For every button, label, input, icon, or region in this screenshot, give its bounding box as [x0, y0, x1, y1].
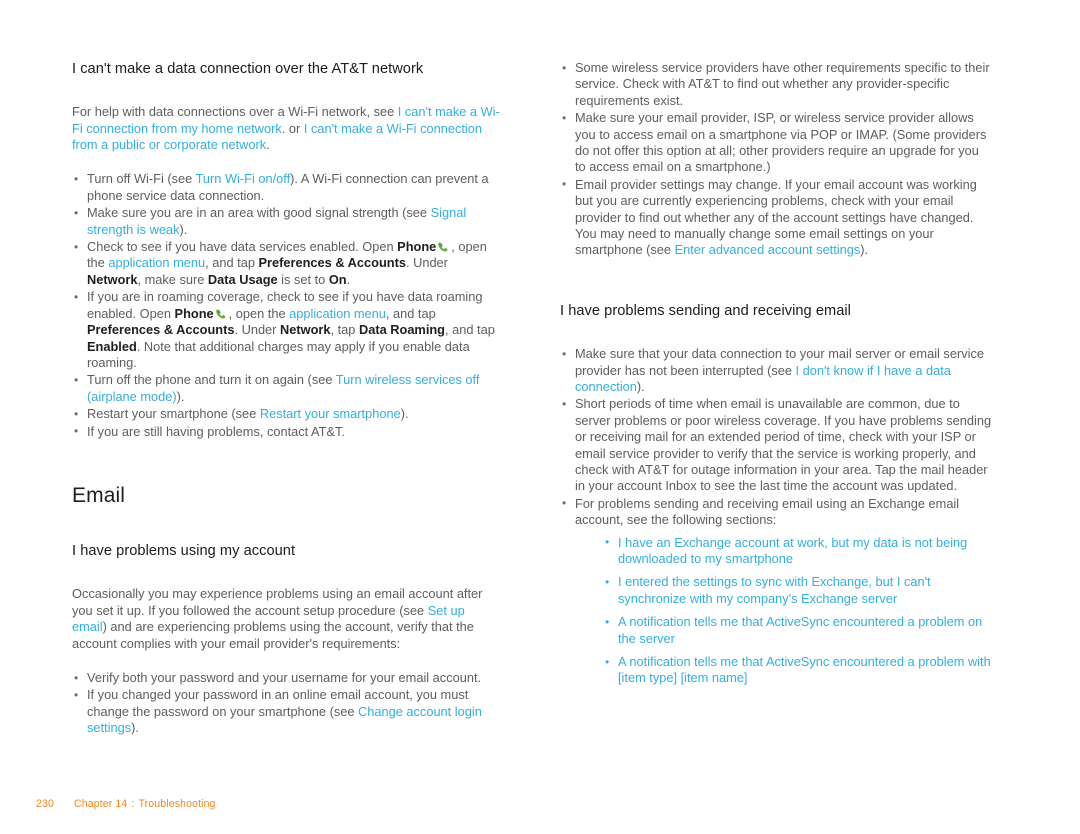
bullet-list-data-connection: Turn off Wi-Fi (see Turn Wi-Fi on/off). …	[72, 171, 502, 440]
list-item: Make sure that your data connection to y…	[560, 346, 992, 395]
nested-link-list: I have an Exchange account at work, but …	[575, 534, 992, 687]
bold-network: Network	[87, 271, 138, 287]
text-fragment: . Note that additional charges may apply…	[87, 338, 470, 370]
text-fragment: Make sure you are in an area with good s…	[87, 205, 431, 221]
bold-enabled: Enabled	[87, 338, 137, 354]
page-footer: 230 Chapter 14 : Troubleshooting	[36, 798, 216, 810]
list-item: Make sure you are in an area with good s…	[72, 205, 502, 238]
list-item: Make sure your email provider, ISP, or w…	[560, 110, 992, 176]
phone-icon	[437, 241, 450, 253]
link-restart-your-smartphone[interactable]: Restart your smartphone	[260, 406, 401, 421]
text-fragment: , and tap	[445, 322, 495, 338]
footer-section-label: Troubleshooting	[138, 798, 216, 810]
heading-problems-using-account: I have problems using my account	[72, 543, 296, 560]
text-fragment: ).	[400, 406, 409, 422]
text-fragment: ) and are experiencing problems using th…	[72, 619, 474, 651]
text-fragment: Turn off the phone and turn it on again …	[87, 372, 336, 388]
text-fragment: Verify both your password and your usern…	[87, 670, 482, 685]
bold-network: Network	[280, 322, 331, 338]
list-item: Turn off the phone and turn it on again …	[72, 372, 502, 405]
bullet-list-provider-requirements: Some wireless service providers have oth…	[560, 59, 992, 259]
text-fragment: Make sure your email provider, ISP, or w…	[575, 110, 987, 175]
bold-phone: Phone	[174, 305, 214, 321]
two-column-layout: I can't make a data connection over the …	[0, 59, 1080, 738]
text-fragment: . Under	[234, 322, 280, 338]
text-fragment: For problems sending and receiving email…	[575, 495, 960, 528]
list-item: Restart your smartphone (see Restart you…	[72, 406, 502, 423]
list-item: For problems sending and receiving email…	[560, 495, 992, 687]
list-item: Check to see if you have data services e…	[72, 239, 502, 288]
text-fragment: ).	[860, 242, 869, 258]
link-exchange-data-not-downloaded[interactable]: I have an Exchange account at work, but …	[618, 535, 967, 566]
link-application-menu[interactable]: application menu	[108, 255, 205, 270]
list-item: Turn off Wi-Fi (see Turn Wi-Fi on/off). …	[72, 171, 502, 204]
list-item[interactable]: I have an Exchange account at work, but …	[603, 534, 992, 568]
text-fragment: ).	[176, 388, 185, 404]
text-fragment: ).	[179, 221, 188, 237]
text-fragment: , and tap	[205, 255, 259, 271]
text-fragment: Turn off Wi-Fi (see	[87, 171, 196, 187]
text-fragment: is set to	[277, 271, 329, 287]
list-item[interactable]: A notification tells me that ActiveSync …	[603, 654, 992, 687]
text-fragment: .	[346, 271, 351, 287]
text-fragment: , make sure	[137, 271, 208, 287]
bullet-list-send-receive-problems: Make sure that your data connection to y…	[560, 346, 992, 687]
heading-problems-sending-receiving: I have problems sending and receiving em…	[560, 302, 851, 319]
paragraph-wifi-help: For help with data connections over a Wi…	[72, 104, 502, 153]
bold-data-usage: Data Usage	[207, 271, 278, 287]
list-item: Email provider settings may change. If y…	[560, 176, 992, 259]
list-item[interactable]: A notification tells me that ActiveSync …	[603, 614, 992, 647]
link-enter-advanced-account-settings[interactable]: Enter advanced account settings	[675, 242, 861, 257]
link-activesync-problem-with-item[interactable]: A notification tells me that ActiveSync …	[618, 654, 991, 685]
text-fragment: Some wireless service providers have oth…	[575, 60, 990, 108]
bullet-list-account-requirements: Verify both your password and your usern…	[72, 669, 502, 737]
phone-icon	[215, 308, 228, 320]
link-cannot-synchronize-exchange-server[interactable]: I entered the settings to sync with Exch…	[618, 574, 931, 605]
text-fragment: . or	[281, 120, 304, 136]
right-column: Some wireless service providers have oth…	[560, 59, 992, 738]
text-fragment: , open the	[228, 305, 290, 321]
page-title-email: Email	[72, 483, 126, 507]
list-item: Short periods of time when email is unav…	[560, 396, 992, 494]
text-fragment: , and tap	[385, 305, 436, 321]
link-activesync-problem-on-server[interactable]: A notification tells me that ActiveSync …	[618, 614, 982, 645]
text-fragment: .	[266, 137, 270, 153]
text-fragment: , tap	[330, 322, 359, 338]
list-item: If you changed your password in an onlin…	[72, 687, 502, 736]
bold-on: On	[328, 271, 347, 287]
text-fragment: Occasionally you may experience problems…	[72, 586, 483, 618]
bold-phone: Phone	[397, 239, 437, 255]
text-fragment: ).	[636, 378, 645, 394]
paragraph-account-problems: Occasionally you may experience problems…	[72, 586, 502, 652]
footer-chapter-label: Chapter 14	[74, 798, 128, 810]
list-item[interactable]: I entered the settings to sync with Exch…	[603, 574, 992, 607]
heading-data-connection: I can't make a data connection over the …	[72, 61, 424, 77]
footer-separator: :	[131, 798, 135, 810]
link-application-menu[interactable]: application menu	[289, 306, 386, 321]
text-fragment: Short periods of time when email is unav…	[575, 396, 992, 494]
link-turn-wifi-on-off[interactable]: Turn Wi-Fi on/off	[196, 171, 291, 186]
text-fragment: If you are still having problems, contac…	[87, 423, 345, 439]
text-fragment: For help with data connections over a Wi…	[72, 104, 398, 120]
bold-preferences-accounts: Preferences & Accounts	[258, 255, 406, 271]
text-fragment: Restart your smartphone (see	[87, 406, 260, 422]
list-item: If you are in roaming coverage, check to…	[72, 289, 502, 371]
list-item: If you are still having problems, contac…	[72, 423, 502, 440]
page-number: 230	[36, 798, 54, 810]
text-fragment: . Under	[405, 255, 448, 271]
list-item: Some wireless service providers have oth…	[560, 59, 992, 109]
left-column: I can't make a data connection over the …	[72, 60, 502, 738]
document-page: I can't make a data connection over the …	[0, 0, 1080, 834]
text-fragment: ).	[131, 720, 139, 736]
bold-data-roaming: Data Roaming	[358, 322, 446, 338]
list-item: Verify both your password and your usern…	[72, 669, 502, 686]
bold-preferences-accounts: Preferences & Accounts	[87, 322, 235, 338]
text-fragment: Check to see if you have data services e…	[87, 239, 398, 255]
